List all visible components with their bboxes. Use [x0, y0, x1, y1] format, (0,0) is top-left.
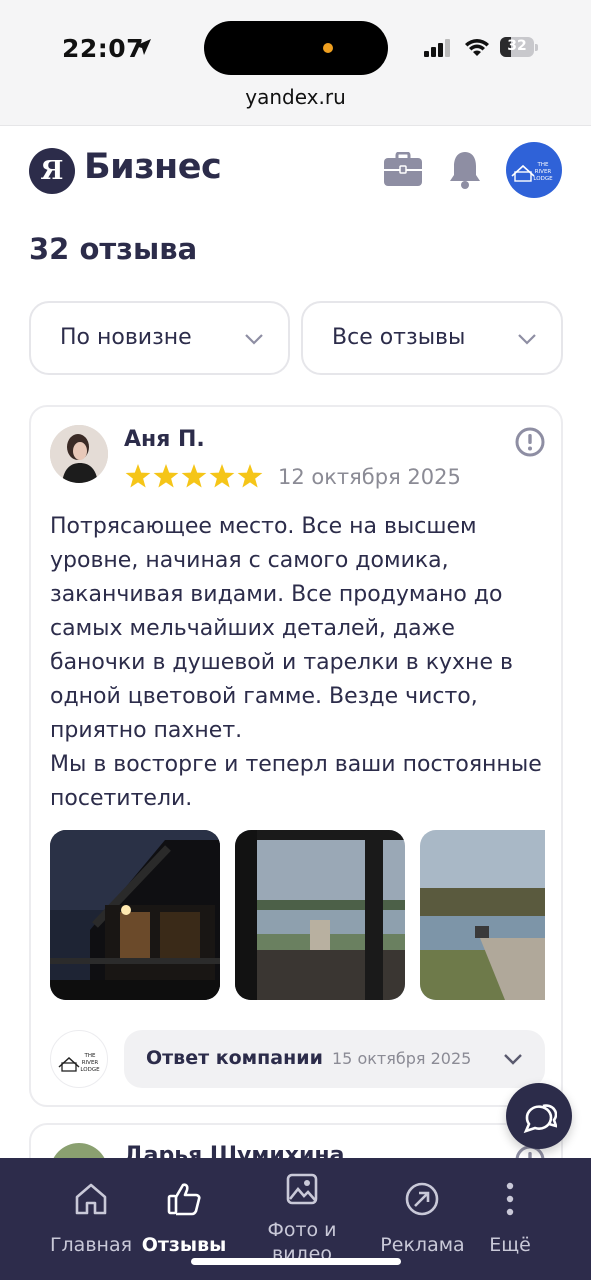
review-text: Потрясающее место. Все на высшем уровне,…	[50, 514, 542, 811]
location-arrow-icon	[135, 39, 151, 55]
yandex-logo[interactable]: Я	[29, 148, 75, 194]
star-icon	[237, 464, 263, 488]
support-chat-button[interactable]	[506, 1083, 572, 1149]
review-photo[interactable]	[420, 830, 545, 1000]
star-icon	[181, 464, 207, 488]
nav-label: Реклама	[380, 1234, 465, 1256]
chevron-down-icon	[518, 334, 536, 345]
review-photo[interactable]	[235, 830, 405, 1000]
briefcase-icon[interactable]	[383, 152, 423, 188]
company-reply-label: Ответ компании	[146, 1047, 323, 1069]
nav-label: Отзывы	[141, 1234, 227, 1256]
river-lodge-logo-icon: THE RIVER LODGE	[511, 162, 553, 182]
review-card: Аня П. 12 октября 2025 Потрясающее место…	[29, 405, 563, 1107]
home-indicator[interactable]	[191, 1258, 401, 1265]
star-icon	[153, 464, 179, 488]
review-photo[interactable]	[50, 830, 220, 1000]
dynamic-island	[204, 21, 388, 75]
chevron-down-icon	[245, 334, 263, 345]
company-logo-line: RIVER	[535, 169, 552, 175]
review-type-dropdown-label: Все отзывы	[332, 325, 466, 350]
cellular-signal-icon	[424, 39, 450, 57]
nav-item-home[interactable]: Главная	[45, 1158, 137, 1280]
company-reply-date: 15 октября 2025	[332, 1049, 472, 1068]
nav-item-more[interactable]: Ещё	[482, 1158, 538, 1280]
company-avatar[interactable]: THE RIVER LODGE	[506, 142, 562, 198]
review-photos	[50, 830, 545, 1000]
star-icon	[125, 464, 151, 488]
report-warning-icon[interactable]	[514, 426, 546, 458]
status-bar: 22:07 32 yandex.ru	[0, 0, 591, 126]
promotion-icon	[405, 1182, 439, 1216]
nav-label: Главная	[49, 1234, 133, 1256]
address-bar-url[interactable]: yandex.ru	[0, 85, 591, 109]
review-date: 12 октября 2025	[278, 465, 461, 489]
company-reply-toggle[interactable]: Ответ компании 15 октября 2025	[124, 1030, 545, 1088]
status-time: 22:07	[62, 34, 145, 63]
company-logo-line: LODGE	[533, 176, 553, 182]
company-logo-line: THE	[84, 1053, 96, 1059]
chat-bubbles-icon	[523, 1104, 557, 1134]
battery-indicator: 32	[500, 37, 538, 57]
reviewer-avatar[interactable]	[50, 425, 108, 483]
business-logo-text[interactable]: Бизнес	[84, 147, 222, 187]
company-reply-logo: THE RIVER LODGE	[50, 1030, 108, 1088]
sort-dropdown[interactable]: По новизне	[29, 301, 290, 375]
home-icon	[75, 1183, 107, 1215]
battery-level-text: 32	[507, 38, 527, 54]
wifi-icon	[465, 39, 489, 56]
company-logo-line: RIVER	[82, 1060, 99, 1066]
review-type-dropdown[interactable]: Все отзывы	[301, 301, 563, 375]
chevron-down-icon	[504, 1054, 522, 1065]
reviewer-name[interactable]: Аня П.	[124, 427, 205, 452]
company-logo-line: THE	[537, 162, 549, 168]
company-logo-line: LODGE	[80, 1067, 100, 1073]
star-icon	[209, 464, 235, 488]
sort-dropdown-label: По новизне	[60, 325, 192, 350]
photo-icon	[286, 1173, 318, 1205]
nav-label: Ещё	[489, 1234, 531, 1256]
notifications-bell-icon[interactable]	[448, 150, 482, 190]
river-lodge-logo-icon: THE RIVER LODGE	[58, 1053, 100, 1073]
reviews-count-title: 32 отзыва	[29, 232, 198, 266]
thumbs-up-icon	[167, 1183, 201, 1216]
more-icon	[506, 1182, 514, 1216]
rating-stars	[125, 464, 263, 488]
